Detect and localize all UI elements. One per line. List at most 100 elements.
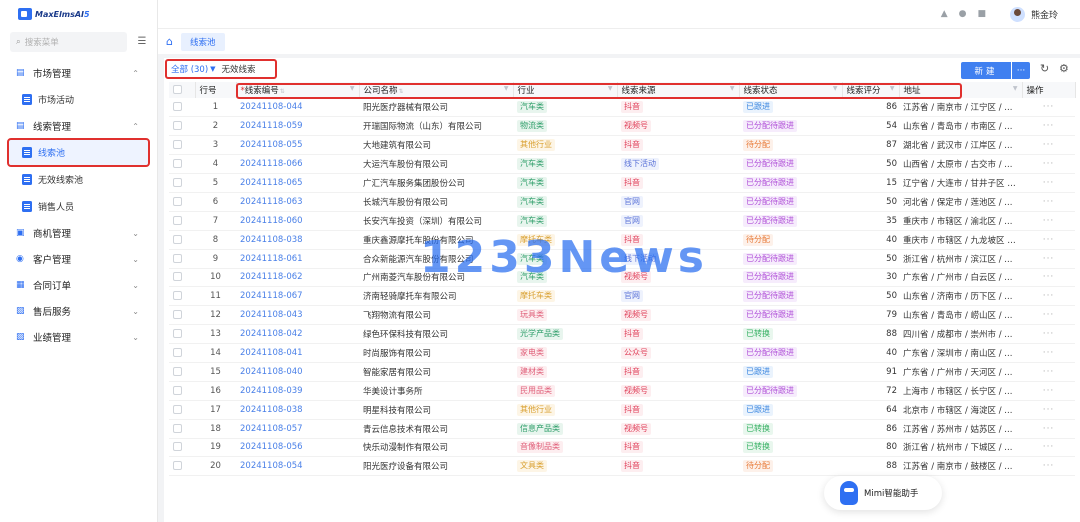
lead-code-link[interactable]: 20241108-055 [236, 135, 359, 156]
lead-code-link[interactable]: 20241108-038 [236, 400, 359, 420]
checkbox[interactable] [173, 253, 182, 263]
checkbox[interactable] [173, 85, 182, 94]
row-select[interactable] [169, 305, 195, 326]
sidebar-group-after-sales[interactable]: ▧ 售后服务 ⌄ [0, 298, 157, 324]
checkbox[interactable] [173, 348, 182, 358]
refresh-icon[interactable]: ↻ [1040, 62, 1049, 75]
row-actions-button[interactable]: ··· [1022, 230, 1075, 250]
lead-code-link[interactable]: 20241118-062 [236, 268, 359, 288]
row-actions-button[interactable]: ··· [1022, 173, 1075, 193]
assistant-button[interactable]: Mimi智能助手 [824, 476, 942, 510]
lead-code-link[interactable]: 20241118-060 [236, 211, 359, 231]
menu-collapse-icon[interactable]: ☰ [135, 36, 149, 48]
checkbox[interactable] [173, 366, 182, 376]
checkbox[interactable] [173, 442, 182, 452]
table-row[interactable]: 4 20241118-066 大运汽车股份有限公司 汽车类 线下活动 已分配待跟进 50 山西… [169, 154, 1075, 175]
row-select[interactable] [169, 268, 195, 288]
lead-code-link[interactable]: 20241118-067 [236, 286, 359, 307]
lead-code-link[interactable]: 20241118-066 [236, 154, 359, 175]
table-row[interactable]: 3 20241108-055 大地建筑有限公司 其他行业 抖音 待分配 87 湖北省 / 武汉… [169, 135, 1075, 156]
row-actions-button[interactable]: ··· [1022, 116, 1075, 137]
sidebar-group-performance[interactable]: ▨ 业绩管理 ⌄ [0, 324, 157, 350]
row-actions-button[interactable]: ··· [1022, 343, 1075, 363]
header-status[interactable]: 线索状态 ▼ [739, 82, 843, 98]
user-icon[interactable]: ● [959, 9, 967, 19]
sidebar-group-market[interactable]: ▤ 市场管理 ⌃ [0, 60, 157, 86]
app-logo[interactable]: MaxElmsAI5 [0, 0, 157, 28]
table-row[interactable]: 20 20241108-054 阳光医疗设备有限公司 文具类 抖音 待分配 88 江苏省 / … [169, 456, 1075, 477]
row-actions-button[interactable]: ··· [1022, 286, 1075, 307]
checkbox[interactable] [173, 102, 182, 112]
menu-search-input[interactable]: ⌕ 搜索菜单 [10, 32, 127, 52]
sidebar-item-market-activity[interactable]: 市场活动 [0, 86, 157, 113]
row-actions-button[interactable]: ··· [1022, 192, 1075, 212]
row-select[interactable] [169, 230, 195, 250]
checkbox[interactable] [173, 178, 182, 187]
lead-code-link[interactable]: 20241118-063 [236, 192, 359, 212]
row-actions-button[interactable]: ··· [1022, 268, 1075, 288]
bell-icon[interactable]: ▲ [941, 9, 948, 19]
table-row[interactable]: 6 20241118-063 长城汽车股份有限公司 汽车类 官网 已分配待跟进 50 河北省 … [169, 192, 1075, 212]
shirt-icon[interactable]: ■ [977, 9, 986, 19]
row-actions-button[interactable]: ··· [1022, 381, 1075, 401]
lead-code-link[interactable]: 20241108-054 [236, 456, 359, 477]
table-row[interactable]: 13 20241108-042 绿色环保科技有限公司 光学产品类 抖音 已转换 88 四川省 … [169, 324, 1075, 345]
row-select[interactable] [169, 381, 195, 401]
table-row[interactable]: 17 20241108-038 明星科技有限公司 其他行业 抖音 已跟进 64 北京市 / 市… [169, 400, 1075, 420]
row-actions-button[interactable]: ··· [1022, 324, 1075, 345]
row-select[interactable] [169, 362, 195, 382]
checkbox[interactable] [173, 423, 182, 433]
lead-code-link[interactable]: 20241108-040 [236, 362, 359, 382]
checkbox[interactable] [173, 159, 182, 169]
row-select[interactable] [169, 173, 195, 193]
lead-code-link[interactable]: 20241118-061 [236, 249, 359, 269]
row-select[interactable] [169, 456, 195, 477]
lead-code-link[interactable]: 20241108-039 [236, 381, 359, 401]
sidebar-item-lead-pool[interactable]: 线索池 [7, 138, 150, 167]
lead-code-link[interactable]: 20241108-057 [236, 419, 359, 439]
row-select[interactable] [169, 116, 195, 137]
row-actions-button[interactable]: ··· [1022, 154, 1075, 175]
view-invalid-leads[interactable]: 无效线索 [222, 63, 256, 75]
new-more-button[interactable]: ··· [1012, 62, 1030, 79]
checkbox[interactable] [173, 196, 182, 206]
sidebar-group-contract[interactable]: ▦ 合同订单 ⌄ [0, 272, 157, 298]
row-select[interactable] [169, 249, 195, 269]
user-name[interactable]: 熊金玲 [1031, 8, 1058, 21]
lead-code-link[interactable]: 20241118-065 [236, 173, 359, 193]
row-actions-button[interactable]: ··· [1022, 98, 1075, 118]
home-icon[interactable]: ⌂ [166, 35, 173, 48]
avatar[interactable] [1009, 6, 1025, 22]
row-select[interactable] [169, 98, 195, 118]
checkbox[interactable] [173, 121, 182, 131]
table-row[interactable]: 16 20241108-039 华美设计事务所 民用品类 视频号 已分配待跟进 72 上海市 … [169, 381, 1075, 401]
table-row[interactable]: 18 20241108-057 青云信息技术有限公司 信息产品类 视频号 已转换 86 江苏省… [169, 419, 1075, 439]
checkbox[interactable] [173, 215, 182, 225]
sidebar-group-opportunity[interactable]: ▣ 商机管理 ⌄ [0, 220, 157, 246]
lead-code-link[interactable]: 20241108-043 [236, 305, 359, 326]
table-row[interactable]: 11 20241118-067 济南轻骑摩托车有限公司 摩托车类 官网 已分配待跟进 50 山… [169, 286, 1075, 307]
sidebar-item-sales-staff[interactable]: 销售人员 [0, 193, 157, 220]
row-actions-button[interactable]: ··· [1022, 438, 1075, 458]
lead-code-link[interactable]: 20241108-042 [236, 324, 359, 345]
checkbox[interactable] [173, 329, 182, 339]
checkbox[interactable] [173, 291, 182, 301]
table-row[interactable]: 12 20241108-043 飞翔物流有限公司 玩具类 视频号 已分配待跟进 79 山东省 … [169, 305, 1075, 326]
checkbox[interactable] [173, 404, 182, 414]
row-select[interactable] [169, 438, 195, 458]
row-select[interactable] [169, 154, 195, 175]
row-actions-button[interactable]: ··· [1022, 211, 1075, 231]
header-address[interactable]: 地址 ▼ [899, 82, 1023, 98]
header-industry[interactable]: 行业 ▼ [513, 82, 618, 98]
row-actions-button[interactable]: ··· [1022, 456, 1075, 477]
row-actions-button[interactable]: ··· [1022, 135, 1075, 156]
checkbox[interactable] [173, 140, 182, 150]
table-row[interactable]: 7 20241118-060 长安汽车投资（深圳）有限公司 汽车类 官网 已分配待跟进 35… [169, 211, 1075, 231]
row-actions-button[interactable]: ··· [1022, 400, 1075, 420]
lead-code-link[interactable]: 20241108-038 [236, 230, 359, 250]
lead-code-link[interactable]: 20241108-044 [236, 98, 359, 118]
lead-code-link[interactable]: 20241108-041 [236, 343, 359, 363]
row-select[interactable] [169, 286, 195, 307]
row-select[interactable] [169, 211, 195, 231]
row-select[interactable] [169, 135, 195, 156]
